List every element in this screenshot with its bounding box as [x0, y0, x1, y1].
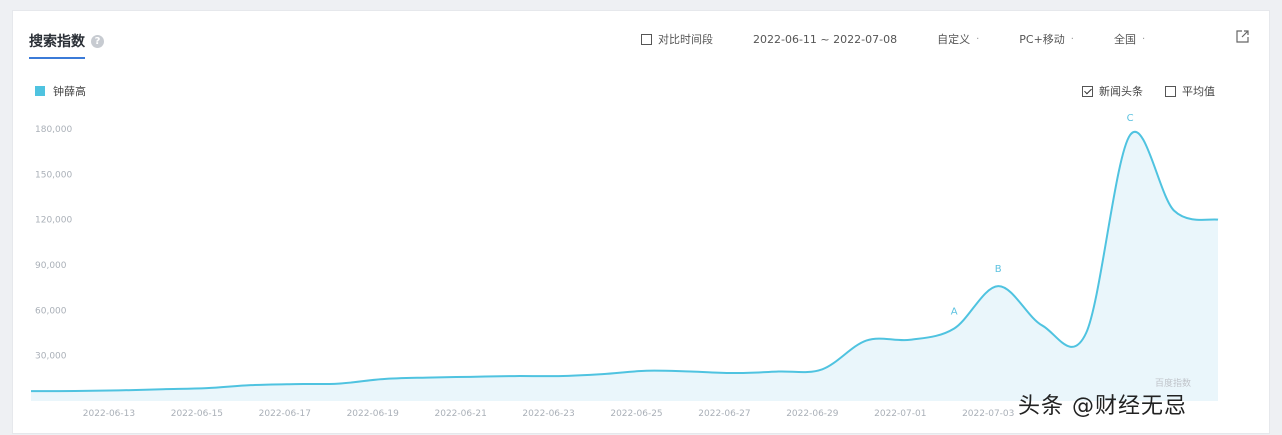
x-tick-label: 2022-06-15 — [171, 409, 223, 419]
data-point[interactable] — [687, 369, 693, 375]
data-point[interactable] — [424, 375, 430, 381]
watermark-text: 头条 @财经无忌 — [1018, 394, 1187, 419]
x-tick-label: 2022-06-25 — [610, 409, 662, 419]
data-point[interactable] — [160, 386, 166, 392]
data-point[interactable] — [28, 388, 34, 394]
x-tick-label: 2022-06-17 — [259, 409, 311, 419]
data-point[interactable] — [336, 381, 342, 387]
data-point[interactable] — [72, 388, 78, 394]
x-tick-label: 2022-06-29 — [786, 409, 839, 419]
data-point[interactable] — [468, 374, 474, 380]
x-tick-label: 2022-07-01 — [874, 409, 926, 419]
data-point[interactable] — [863, 338, 869, 344]
y-tick-label: 120,000 — [35, 216, 72, 226]
data-point[interactable] — [1083, 330, 1089, 336]
data-point[interactable] — [204, 385, 210, 391]
annotation-label[interactable]: B — [995, 264, 1002, 275]
y-tick-label: 150,000 — [35, 170, 72, 180]
data-point[interactable] — [512, 373, 518, 379]
data-point[interactable] — [380, 376, 386, 382]
data-point[interactable] — [819, 366, 825, 372]
x-tick-label: 2022-06-27 — [698, 409, 750, 419]
x-tick-label: 2022-06-13 — [83, 409, 135, 419]
data-point[interactable] — [731, 370, 737, 376]
x-tick-label: 2022-06-21 — [435, 409, 487, 419]
data-point[interactable] — [643, 368, 649, 374]
data-point[interactable] — [1171, 208, 1177, 214]
data-point[interactable] — [292, 381, 298, 387]
data-point[interactable] — [1215, 217, 1221, 223]
data-point[interactable] — [907, 337, 913, 343]
y-tick-label: 180,000 — [35, 125, 72, 135]
data-point[interactable] — [1127, 132, 1133, 138]
data-point[interactable] — [556, 373, 562, 379]
search-index-card: 搜索指数 ? 对比时间段 2022-06-11 ~ 2022-07-08 自定义… — [12, 10, 1270, 434]
x-tick-label: 2022-06-19 — [347, 409, 400, 419]
series-area — [31, 131, 1218, 401]
x-tick-label: 2022-07-03 — [962, 409, 1014, 419]
annotation-label[interactable]: A — [951, 306, 958, 317]
data-point[interactable] — [248, 382, 254, 388]
data-point[interactable] — [116, 387, 122, 393]
data-point[interactable] — [951, 325, 957, 331]
x-tick-label: 2022-06-23 — [522, 409, 574, 419]
annotation-label[interactable]: C — [1127, 113, 1134, 124]
y-tick-label: 30,000 — [35, 352, 67, 362]
y-tick-label: 60,000 — [35, 306, 67, 316]
data-point[interactable] — [1039, 322, 1045, 328]
data-point[interactable] — [600, 371, 606, 377]
search-index-chart: 180,000 150,000 120,000 90,000 60,000 30,000 2… — [28, 113, 1221, 419]
y-tick-label: 90,000 — [35, 261, 67, 271]
data-point[interactable] — [995, 283, 1001, 289]
data-point[interactable] — [775, 369, 781, 375]
